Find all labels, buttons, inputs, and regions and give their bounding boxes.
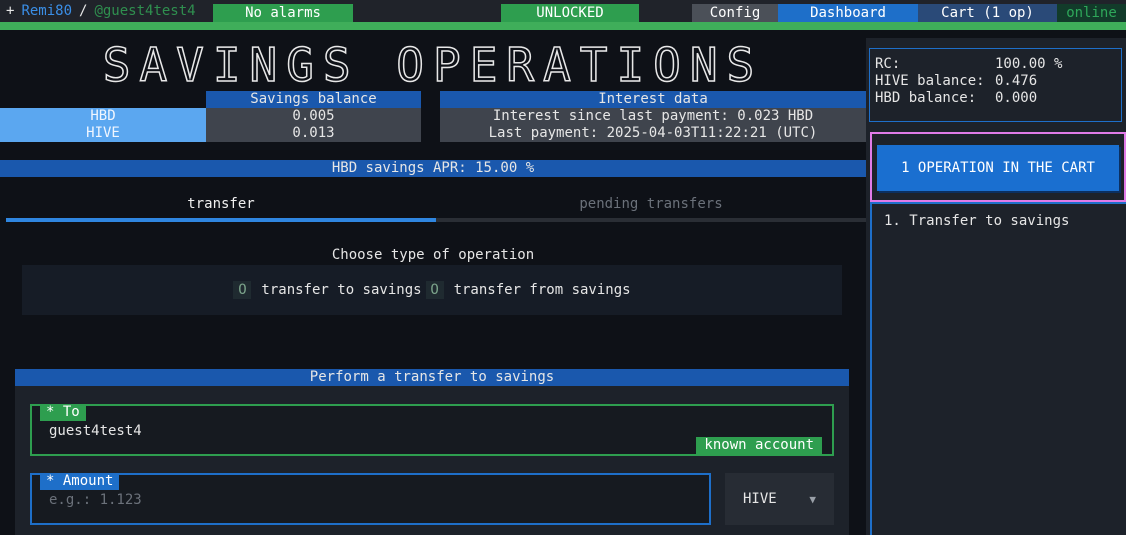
amount-input[interactable]: e.g.: 1.123 [49, 492, 142, 508]
balance-label: HIVE [0, 125, 206, 142]
add-account-icon[interactable]: + [6, 3, 14, 19]
currency-value: HIVE [743, 491, 777, 507]
transfer-form: Perform a transfer to savings * To guest… [15, 369, 849, 535]
alarms-button[interactable]: No alarms [213, 4, 353, 22]
page-title: SAVINGS OPERATIONS [102, 38, 764, 92]
radio-marker[interactable]: O [425, 281, 444, 299]
config-button[interactable]: Config [692, 4, 778, 22]
apr-banner: HBD savings APR: 15.00 % [0, 160, 866, 177]
account-separator: / [79, 3, 88, 19]
stat-row: RC: 100.00 % [875, 56, 1121, 73]
amount-field-label: * Amount [40, 473, 120, 490]
radio-label[interactable]: transfer from savings [454, 282, 631, 298]
amount-field[interactable]: * Amount e.g.: 1.123 [30, 473, 711, 525]
side-panel: RC: 100.00 % HIVE balance: 0.476 HBD bal… [866, 38, 1126, 535]
dashboard-button[interactable]: Dashboard [778, 4, 918, 22]
to-input[interactable]: guest4test4 [49, 423, 142, 439]
operation-type-title: Choose type of operation [331, 247, 535, 263]
radio-marker[interactable]: O [233, 281, 252, 299]
balance-row: HIVE 0.013 [0, 125, 421, 142]
balance-value: 0.005 [206, 108, 421, 125]
tab-pending-transfers[interactable]: pending transfers [436, 192, 866, 222]
stat-key: HBD balance: [875, 90, 977, 106]
balance-label: HBD [0, 108, 206, 125]
main-content: SAVINGS OPERATIONS Savings balance HBD 0… [0, 30, 866, 535]
interest-since-last-payment: Interest since last payment: 0.023 HBD [440, 108, 866, 125]
cart-operations-button[interactable]: 1 OPERATION IN THE CART [877, 145, 1119, 191]
status-stripe [0, 22, 1126, 30]
connection-status: online [1057, 4, 1126, 22]
chevron-down-icon: ▼ [809, 492, 816, 506]
form-title: Perform a transfer to savings [15, 369, 849, 386]
radio-transfer-from-savings[interactable]: O transfer from savings [425, 281, 631, 299]
currency-select[interactable]: HIVE ▼ [725, 473, 834, 525]
stat-value: 0.000 [995, 90, 1038, 106]
cart-button[interactable]: Cart (1 op) [918, 4, 1057, 22]
top-bar: + Remi80 / @guest4test4 No alarms UNLOCK… [0, 0, 1126, 22]
stat-key: RC: [875, 56, 901, 72]
cart-highlight: 1 OPERATION IN THE CART [870, 132, 1126, 202]
savings-balance-header: Savings balance [206, 91, 421, 108]
balance-row: HBD 0.005 [0, 108, 421, 125]
stat-row: HIVE balance: 0.476 [875, 73, 1121, 90]
account-info: + Remi80 / @guest4test4 [6, 2, 196, 20]
account-stats: RC: 100.00 % HIVE balance: 0.476 HBD bal… [869, 48, 1122, 122]
tab-bar: transfer pending transfers [6, 192, 866, 222]
known-account-badge: known account [696, 437, 822, 454]
radio-transfer-to-savings[interactable]: O transfer to savings [233, 281, 422, 299]
stat-row: HBD balance: 0.000 [875, 90, 1121, 107]
cart-list: 1. Transfer to savings [870, 202, 1126, 535]
stat-value: 0.476 [995, 73, 1038, 89]
user-name[interactable]: Remi80 [21, 3, 72, 19]
lock-status-button[interactable]: UNLOCKED [501, 4, 639, 22]
list-item[interactable]: 1. Transfer to savings [884, 213, 1126, 229]
to-field[interactable]: * To guest4test4 known account [30, 404, 834, 456]
working-account[interactable]: @guest4test4 [94, 3, 195, 19]
interest-data-header: Interest data [440, 91, 866, 108]
radio-label[interactable]: transfer to savings [261, 282, 421, 298]
last-payment: Last payment: 2025-04-03T11:22:21 (UTC) [440, 125, 866, 142]
operation-type-selector: O transfer to savings O transfer from sa… [22, 265, 842, 315]
tab-transfer[interactable]: transfer [6, 192, 436, 222]
stat-key: HIVE balance: [875, 73, 985, 89]
stat-value: 100.00 % [995, 56, 1063, 72]
balance-value: 0.013 [206, 125, 421, 142]
to-field-label: * To [40, 404, 86, 421]
